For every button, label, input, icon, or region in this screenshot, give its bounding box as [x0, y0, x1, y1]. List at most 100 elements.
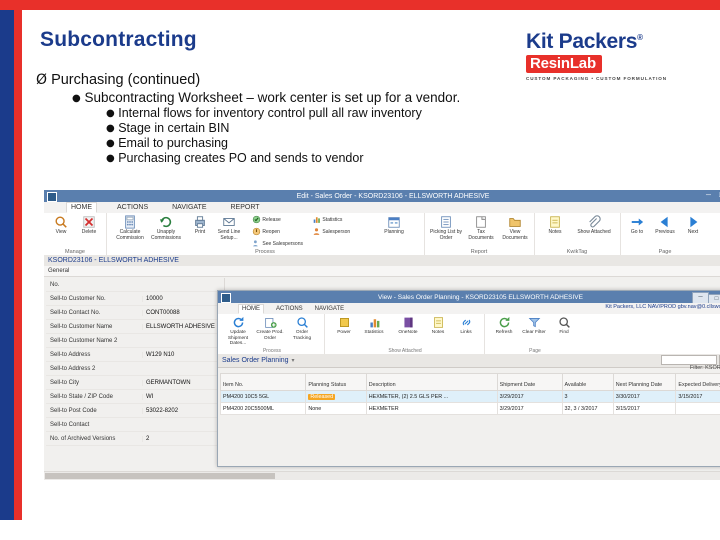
bullet-level2-text: Subcontracting Worksheet – work center i… [84, 90, 461, 105]
tracking-icon [296, 316, 309, 329]
field-row[interactable]: Sell-to Address W129 N10 [46, 348, 224, 362]
field-row[interactable]: Sell-to Address 2 [46, 362, 224, 376]
col-expected-delivery-date[interactable]: Expected Delivery Date [675, 373, 720, 391]
ribbon-button-notes[interactable]: Notes [540, 215, 570, 236]
inner-button-find[interactable]: Find [550, 316, 578, 336]
ribbon-button-tax-documents[interactable]: Tax Documents [466, 215, 496, 242]
filter-input[interactable] [661, 355, 717, 365]
bullet-dot-icon: ● [106, 138, 115, 149]
field-row[interactable]: Sell-to State / ZIP Code WI [46, 390, 224, 404]
bullet-dot-icon: ● [72, 93, 81, 104]
bullet-level3-item: ● Internal flows for inventory control p… [106, 106, 422, 120]
field-row[interactable]: Sell-to Customer Name ELLSWORTH ADHESIVE [46, 320, 224, 334]
table-header-row: Item No. Planning Status Description Shi… [219, 373, 720, 391]
slide-left-blue-bar [0, 10, 14, 520]
col-description[interactable]: Description [365, 373, 498, 391]
window-controls[interactable]: ─ □ ✕ [706, 191, 720, 199]
ribbon-button-planning[interactable]: Planning [378, 215, 410, 236]
app-icon [47, 192, 57, 202]
ribbon-button-unapply-commissions[interactable]: Unapply Commissions [150, 215, 182, 242]
col-planning-status[interactable]: Planning Status [305, 373, 367, 391]
field-row[interactable]: No. [46, 278, 224, 292]
filter-bar: ▾ ▶ [661, 355, 720, 365]
ribbon-separator [484, 314, 485, 354]
ribbon-button-previous[interactable]: Previous [652, 215, 678, 236]
ribbon-separator [324, 314, 325, 354]
inner-button-create-prod-order[interactable]: Create Prod. Order [256, 316, 284, 341]
inner-button-statistics[interactable]: Statistics [360, 316, 388, 336]
tab-actions[interactable]: ACTIONS [113, 203, 152, 212]
ribbon-button-salesperson[interactable]: Salesperson [312, 227, 362, 236]
calculator-icon [123, 215, 137, 229]
page-title: Subcontracting [40, 28, 197, 51]
field-row[interactable]: Sell-to Customer Name 2 [46, 334, 224, 348]
release-icon [252, 215, 261, 224]
ribbon-button-statistics[interactable]: Statistics [312, 215, 356, 224]
col-shipment-date[interactable]: Shipment Date [496, 373, 563, 391]
inner-button-update-shipment-dates[interactable]: Update Shipment Dates... [224, 316, 252, 347]
ribbon-button-picking-list-by-order[interactable]: Picking List by Order [430, 215, 462, 242]
inner-window-title: View - Sales Order Planning - KSORD23105… [378, 293, 583, 301]
ribbon-button-go-to[interactable]: Go to [624, 215, 650, 236]
field-row[interactable]: Sell-to Contact No. CONT00088 [46, 306, 224, 320]
inner-tab-home[interactable]: HOME [238, 303, 264, 314]
inner-button-power[interactable]: Power [330, 316, 358, 336]
inner-tab-actions[interactable]: ACTIONS [276, 306, 303, 312]
col-available[interactable]: Available [561, 373, 614, 391]
sales-order-field-list: No. Sell-to Customer No. 10000 Sell-to Co… [46, 278, 224, 446]
field-row[interactable]: Sell-to Customer No. 10000 [46, 292, 224, 306]
embedded-screenshot: Edit - Sales Order - KSORD23106 - ELLSWO… [44, 190, 720, 480]
inner-button-order-tracking[interactable]: Order Tracking [288, 316, 316, 341]
ribbon-button-delete[interactable]: Delete [76, 215, 102, 236]
account-label: Kit Packers, LLC NAV/PROD gbv.nav@0.clls… [605, 304, 720, 310]
tab-report[interactable]: REPORT [226, 203, 263, 212]
planning-table: Item No. Planning Status Description Shi… [219, 373, 720, 415]
field-row[interactable]: Sell-to City GERMANTOWN [46, 376, 224, 390]
ribbon-button-view[interactable]: View [48, 215, 74, 236]
field-row[interactable]: No. of Archived Versions 2 [46, 432, 224, 446]
bullet-level1: Ø Purchasing (continued) [36, 72, 596, 88]
inner-button-onenote[interactable]: OneNote [394, 316, 422, 336]
refresh-icon [498, 316, 511, 329]
scrollbar-thumb[interactable] [45, 473, 275, 479]
inner-button-notes[interactable]: Notes [424, 316, 452, 336]
app-icon [221, 293, 231, 303]
arrow-right-icon [686, 215, 700, 229]
bullet-list: Ø Purchasing (continued) ● Subcontractin… [36, 72, 596, 165]
ribbon-button-print[interactable]: Print [188, 215, 212, 236]
bullet-level2: ● Subcontracting Worksheet – work center… [72, 90, 596, 105]
slide-body: Subcontracting Kit Packers® ResinLab CUS… [22, 10, 720, 520]
ribbon-button-show-attached[interactable]: Show Attached [574, 215, 614, 236]
chevron-down-icon[interactable]: ▾ [292, 357, 295, 364]
col-item-no[interactable]: Item No. [219, 373, 307, 391]
inner-button-links[interactable]: Links [452, 316, 480, 336]
inner-button-clear-filter[interactable]: Clear Filter [520, 316, 548, 336]
document-tab-general[interactable]: General [44, 266, 720, 277]
horizontal-scrollbar[interactable] [44, 471, 720, 480]
bullet-dot-icon: ● [106, 108, 115, 119]
arrow-left-icon [658, 215, 672, 229]
inner-button-refresh[interactable]: Refresh [490, 316, 518, 336]
ribbon-button-reopen[interactable]: Reopen [252, 227, 296, 236]
field-row[interactable]: Sell-to Post Code 53022-8202 [46, 404, 224, 418]
paperclip-icon [587, 215, 601, 229]
main-ribbon: View Delete Manage Calculate Commission [44, 213, 720, 256]
logo-resinlab: ResinLab [526, 55, 602, 73]
bullet-dot-icon: ● [106, 153, 115, 164]
ribbon-button-see-salespersons[interactable]: See Salespersons [252, 239, 304, 248]
tab-home[interactable]: HOME [66, 202, 97, 213]
inner-tab-navigate[interactable]: NAVIGATE [315, 306, 344, 312]
ribbon-button-view-documents[interactable]: View Documents [500, 215, 530, 242]
logo-kitpackers: Kit Packers® [526, 30, 643, 53]
tab-navigate[interactable]: NAVIGATE [168, 203, 210, 212]
main-window-titlebar: Edit - Sales Order - KSORD23106 - ELLSWO… [44, 190, 720, 202]
ribbon-button-calculate-commission[interactable]: Calculate Commission [114, 215, 146, 242]
table-row[interactable]: PM4200 10C5 5GL Released HEXMETER, (2) 2… [219, 390, 720, 403]
col-next-planning-date[interactable]: Next Planning Date [612, 373, 677, 391]
ribbon-button-next[interactable]: Next [680, 215, 706, 236]
ribbon-button-send-line-setup[interactable]: Send Line Setup... [214, 215, 244, 242]
main-window-title: Edit - Sales Order - KSORD23106 - ELLSWO… [296, 192, 490, 200]
ribbon-button-release[interactable]: Release [252, 215, 296, 224]
field-row[interactable]: Sell-to Contact [46, 418, 224, 432]
table-row[interactable]: PM4200 20C5500ML None HEXMETER 3/29/2017… [219, 402, 720, 415]
